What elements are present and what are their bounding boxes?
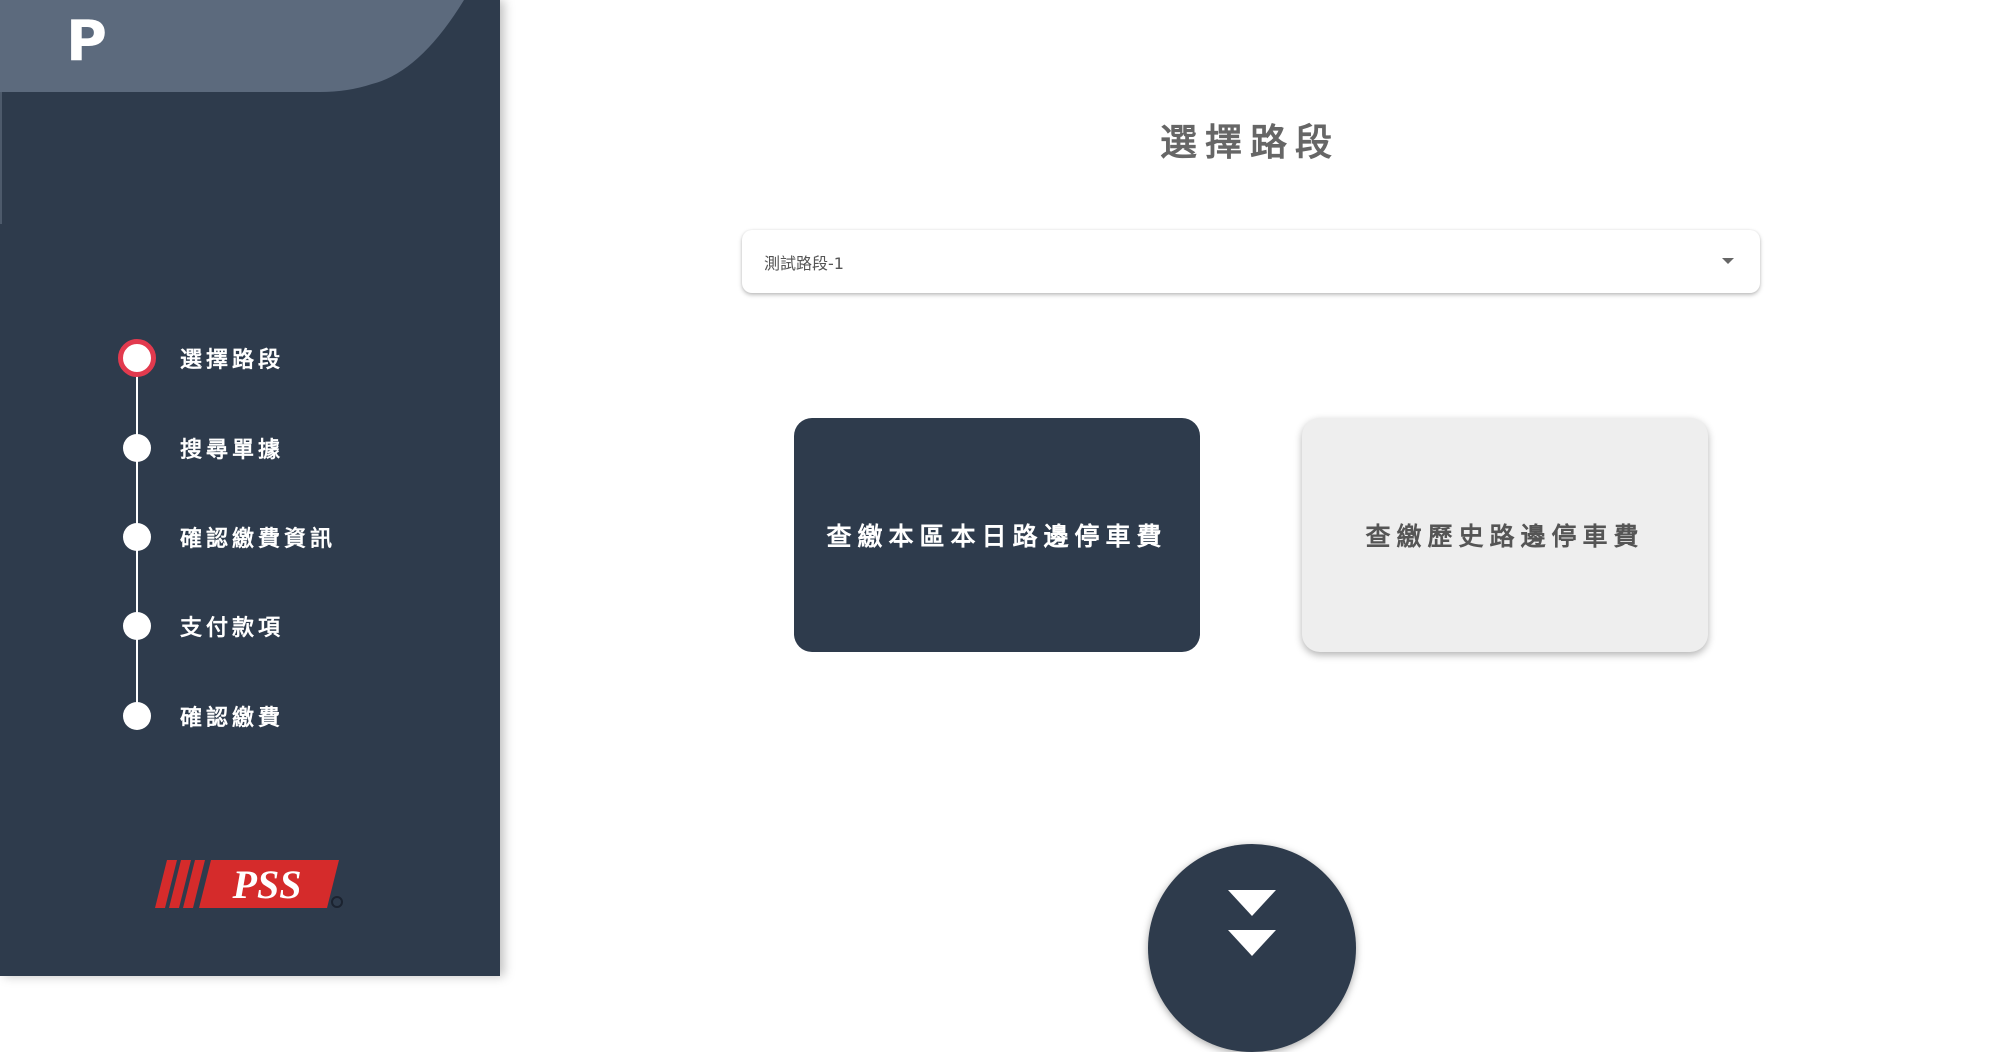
step-label: 確認繳費 [180,706,285,731]
history-fee-button[interactable]: 查繳歷史路邊停車費 [1302,418,1708,652]
brand-text: PSS [232,862,302,907]
step-select-road[interactable]: 選擇路段 [0,336,500,377]
caret-down-icon[interactable] [1722,258,1734,264]
registered-mark-icon [331,896,343,908]
step-confirm-payment[interactable]: 確認繳費 [0,694,500,734]
step-label: 搜尋單據 [180,438,285,463]
step-confirm-payment-info[interactable]: 確認繳費資訊 [0,515,500,555]
step-search-bills[interactable]: 搜尋單據 [0,426,500,466]
sidebar: P 選擇路段 搜尋單據 確認繳費資訊 支付款項 確認繳費 PSS [0,0,500,976]
step-label: 支付款項 [180,616,285,641]
page-title: 選擇路段 [1160,121,1340,164]
today-fee-label: 查繳本區本日路邊停車費 [826,522,1168,551]
main-content: 選擇路段 測試路段-1 查繳本區本日路邊停車費 查繳歷史路邊停車費 [500,0,2000,1052]
scroll-down-button[interactable] [1148,844,1356,1052]
history-fee-label: 查繳歷史路邊停車費 [1365,522,1645,551]
step-progress: 選擇路段 搜尋單據 確認繳費資訊 支付款項 確認繳費 [0,0,500,976]
pss-brand-logo: PSS [155,860,339,908]
step-indicator [123,434,151,462]
step-pay[interactable]: 支付款項 [0,604,500,644]
road-section-select-value: 測試路段-1 [764,254,844,273]
step-indicator-active [118,339,156,377]
step-label: 選擇路段 [180,348,285,373]
step-indicator [123,612,151,640]
step-indicator [123,702,151,730]
road-section-select[interactable]: 測試路段-1 [742,230,1760,293]
double-chevron-down-icon [1228,890,1276,956]
step-label: 確認繳費資訊 [180,527,337,552]
step-indicator [123,523,151,551]
today-fee-button[interactable]: 查繳本區本日路邊停車費 [794,418,1200,652]
